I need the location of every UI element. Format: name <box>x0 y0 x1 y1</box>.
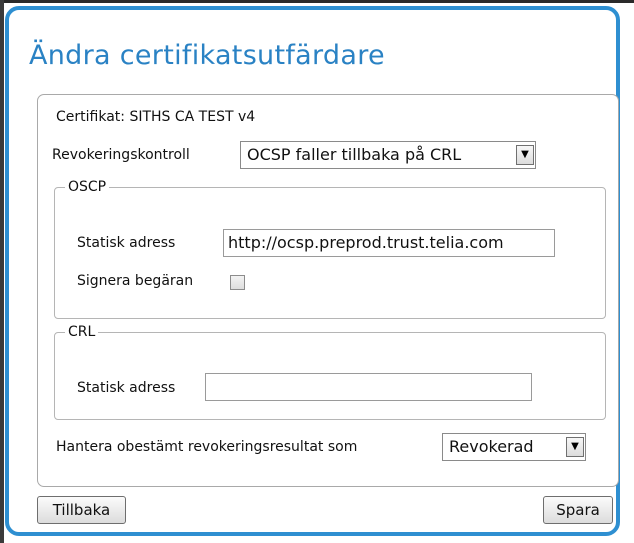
crl-legend: CRL <box>68 324 96 340</box>
revocation-check-select[interactable]: OCSP faller tillbaka på CRL ▼ <box>240 141 536 169</box>
sign-request-label: Signera begäran <box>77 273 194 289</box>
oscp-fieldset: OSCP Statisk adress http://ocsp.preprod.… <box>54 179 606 319</box>
window-edge-top <box>0 0 634 3</box>
chevron-down-icon[interactable]: ▼ <box>516 145 534 165</box>
oscp-static-address-input[interactable]: http://ocsp.preprod.trust.telia.com <box>223 229 555 257</box>
edit-ca-dialog: Ändra certifikatsutfärdare Certifikat: S… <box>5 6 620 536</box>
revocation-check-label: Revokeringskontroll <box>52 147 190 163</box>
undetermined-result-label: Hantera obestämt revokeringsresultat som <box>56 439 358 455</box>
sign-request-checkbox[interactable] <box>230 275 245 290</box>
back-button[interactable]: Tillbaka <box>37 496 126 524</box>
crl-fieldset: CRL Statisk adress <box>54 324 606 420</box>
crl-static-address-label: Statisk adress <box>77 380 176 396</box>
revocation-check-value: OCSP faller tillbaka på CRL <box>247 145 462 164</box>
window-edge-left <box>0 0 4 543</box>
undetermined-result-select[interactable]: Revokerad ▼ <box>442 433 586 461</box>
save-button[interactable]: Spara <box>543 496 613 524</box>
oscp-legend: OSCP <box>68 179 107 195</box>
crl-static-address-input[interactable] <box>205 373 532 401</box>
dialog-title: Ändra certifikatsutfärdare <box>29 40 385 71</box>
undetermined-result-value: Revokerad <box>449 437 534 456</box>
oscp-static-address-label: Statisk adress <box>77 235 176 251</box>
certificate-label: Certifikat: SITHS CA TEST v4 <box>56 109 256 125</box>
chevron-down-icon[interactable]: ▼ <box>566 437 584 457</box>
form-panel: Certifikat: SITHS CA TEST v4 Revokerings… <box>37 94 619 487</box>
